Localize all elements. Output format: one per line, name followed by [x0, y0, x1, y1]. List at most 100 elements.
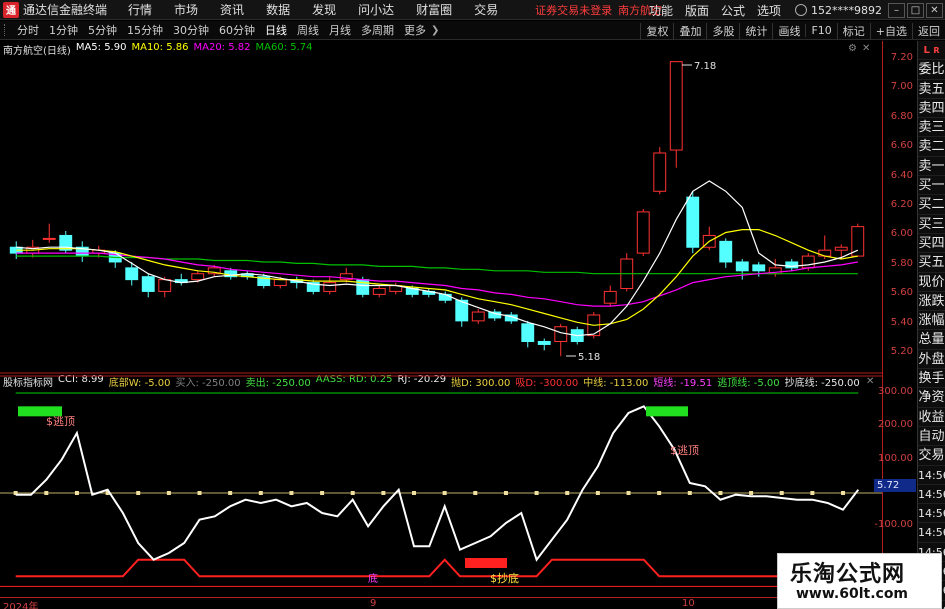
tb-draw[interactable]: 画线: [772, 22, 805, 39]
title-right-menu: 功能 版面 公式 选项 152****9892 – □ ✕: [643, 0, 945, 20]
tb-add-watch[interactable]: +自选: [869, 22, 912, 39]
escape-signal-bar: [646, 406, 688, 417]
period-weekly[interactable]: 周线: [292, 22, 324, 38]
side-tab[interactable]: 涨幅: [918, 311, 945, 331]
candle-up: [42, 237, 56, 240]
side-tab[interactable]: 卖三: [918, 118, 945, 138]
tb-back[interactable]: 返回: [912, 22, 945, 39]
side-tab[interactable]: 自动: [918, 427, 945, 447]
tb-overlay[interactable]: 叠加: [673, 22, 706, 39]
zero-dot: [442, 491, 447, 495]
tb-multi-stock[interactable]: 多股: [706, 22, 739, 39]
menu-options[interactable]: 选项: [751, 2, 787, 19]
period-15min[interactable]: 15分钟: [122, 22, 168, 38]
zero-dot: [841, 491, 846, 495]
candle-down: [438, 293, 452, 301]
escape-top-label: $逃顶: [46, 415, 75, 428]
menu-discover[interactable]: 发现: [301, 1, 347, 18]
side-tab[interactable]: 收益: [918, 408, 945, 427]
chevron-right-icon[interactable]: ❯: [431, 25, 439, 36]
candle-up: [158, 279, 172, 292]
side-tab[interactable]: 现价: [918, 273, 945, 292]
user-id[interactable]: 152****9892: [811, 4, 882, 17]
side-time: 14:56: [918, 523, 945, 543]
time-label: 2024年: [3, 602, 39, 609]
side-tab[interactable]: 总量: [918, 330, 945, 350]
period-60min[interactable]: 60分钟: [214, 22, 260, 38]
period-timeshare[interactable]: 分时: [12, 22, 44, 38]
side-tab[interactable]: 委比: [918, 60, 945, 80]
side-tab[interactable]: 净资: [918, 388, 945, 408]
price-tick: 6.40: [890, 169, 913, 181]
zero-dot: [718, 491, 723, 495]
price-tick: 6.00: [890, 228, 913, 240]
candle-down: [752, 264, 766, 272]
menu-ask[interactable]: 问小达: [347, 1, 405, 18]
side-tab[interactable]: 买二: [918, 195, 945, 215]
top-menu: 行情 市场 资讯 数据 发现 问小达 财富圈 交易: [117, 0, 509, 20]
tb-adjust[interactable]: 复权: [640, 22, 673, 39]
tb-f10[interactable]: F10: [805, 24, 836, 37]
menu-wealth[interactable]: 财富圈: [405, 1, 463, 18]
current-value-badge: 5.72: [874, 479, 916, 492]
high-price-label: 7.18: [694, 61, 716, 72]
side-tab[interactable]: 卖二: [918, 137, 945, 157]
zero-dot: [289, 491, 294, 495]
watermark-title: 乐淘公式网: [790, 561, 906, 587]
period-1min[interactable]: 1分钟: [44, 22, 83, 38]
period-more[interactable]: 更多: [399, 22, 431, 38]
side-toggle-lr[interactable]: L R: [918, 41, 945, 61]
side-tab[interactable]: 涨跌: [918, 292, 945, 312]
price-tick: 6.60: [890, 140, 913, 152]
candle-down: [537, 340, 551, 345]
maximize-icon[interactable]: □: [907, 2, 924, 18]
close-icon[interactable]: ✕: [926, 2, 943, 18]
tb-mark[interactable]: 标记: [836, 22, 870, 39]
zero-dot: [565, 491, 570, 495]
side-tab[interactable]: 外盘: [918, 350, 945, 370]
period-daily[interactable]: 日线: [260, 22, 292, 38]
tb-stats[interactable]: 统计: [739, 22, 772, 39]
period-30min[interactable]: 30分钟: [168, 22, 214, 38]
period-multi[interactable]: 多周期: [356, 22, 399, 38]
side-tab[interactable]: 卖五: [918, 80, 945, 99]
price-tick: 7.00: [890, 81, 913, 93]
side-tab[interactable]: 买四: [918, 234, 945, 254]
side-tab[interactable]: 换手: [918, 369, 945, 389]
candle-up: [273, 279, 287, 287]
zero-dot: [626, 491, 631, 495]
user-icon[interactable]: [795, 4, 807, 16]
zero-dot: [657, 491, 662, 495]
kline-chart[interactable]: 7.18 5.18 $逃顶 $逃顶 $抄底 底: [0, 41, 882, 609]
menu-data[interactable]: 数据: [255, 1, 301, 18]
side-tab[interactable]: 卖一: [918, 157, 945, 177]
minimize-icon[interactable]: –: [888, 2, 905, 18]
side-tab[interactable]: 交易: [918, 446, 945, 466]
menu-layout[interactable]: 版面: [679, 2, 715, 19]
menu-market[interactable]: 行情: [117, 1, 163, 18]
time-label: 10: [682, 598, 695, 609]
watermark-url: www.60lt.com: [796, 586, 909, 602]
price-tick: 6.20: [890, 199, 913, 210]
buy-bottom-label: $抄底: [490, 571, 519, 585]
login-notice[interactable]: 证券交易未登录: [535, 2, 612, 18]
menu-formula[interactable]: 公式: [715, 2, 751, 19]
side-tab[interactable]: 买五: [918, 253, 945, 273]
candle-down: [735, 261, 749, 272]
menu-markets[interactable]: 市场: [163, 1, 209, 18]
menu-news[interactable]: 资讯: [209, 1, 255, 18]
side-time: 14:56: [918, 466, 945, 485]
period-monthly[interactable]: 月线: [324, 22, 356, 38]
side-tab[interactable]: 卖四: [918, 99, 945, 119]
side-tab[interactable]: 买三: [918, 215, 945, 234]
menu-function[interactable]: 功能: [643, 2, 679, 19]
zero-dot: [810, 491, 815, 495]
escape-top-label: $逃顶: [670, 444, 699, 457]
menu-trade[interactable]: 交易: [463, 1, 509, 18]
app-title: 通达信金融终端: [23, 3, 108, 17]
side-tab[interactable]: 买一: [918, 176, 945, 196]
buy-signal-bar: [465, 558, 507, 568]
price-tick: 5.60: [890, 287, 913, 299]
bottom-mark-label: 底: [368, 572, 378, 585]
period-5min[interactable]: 5分钟: [83, 22, 122, 38]
